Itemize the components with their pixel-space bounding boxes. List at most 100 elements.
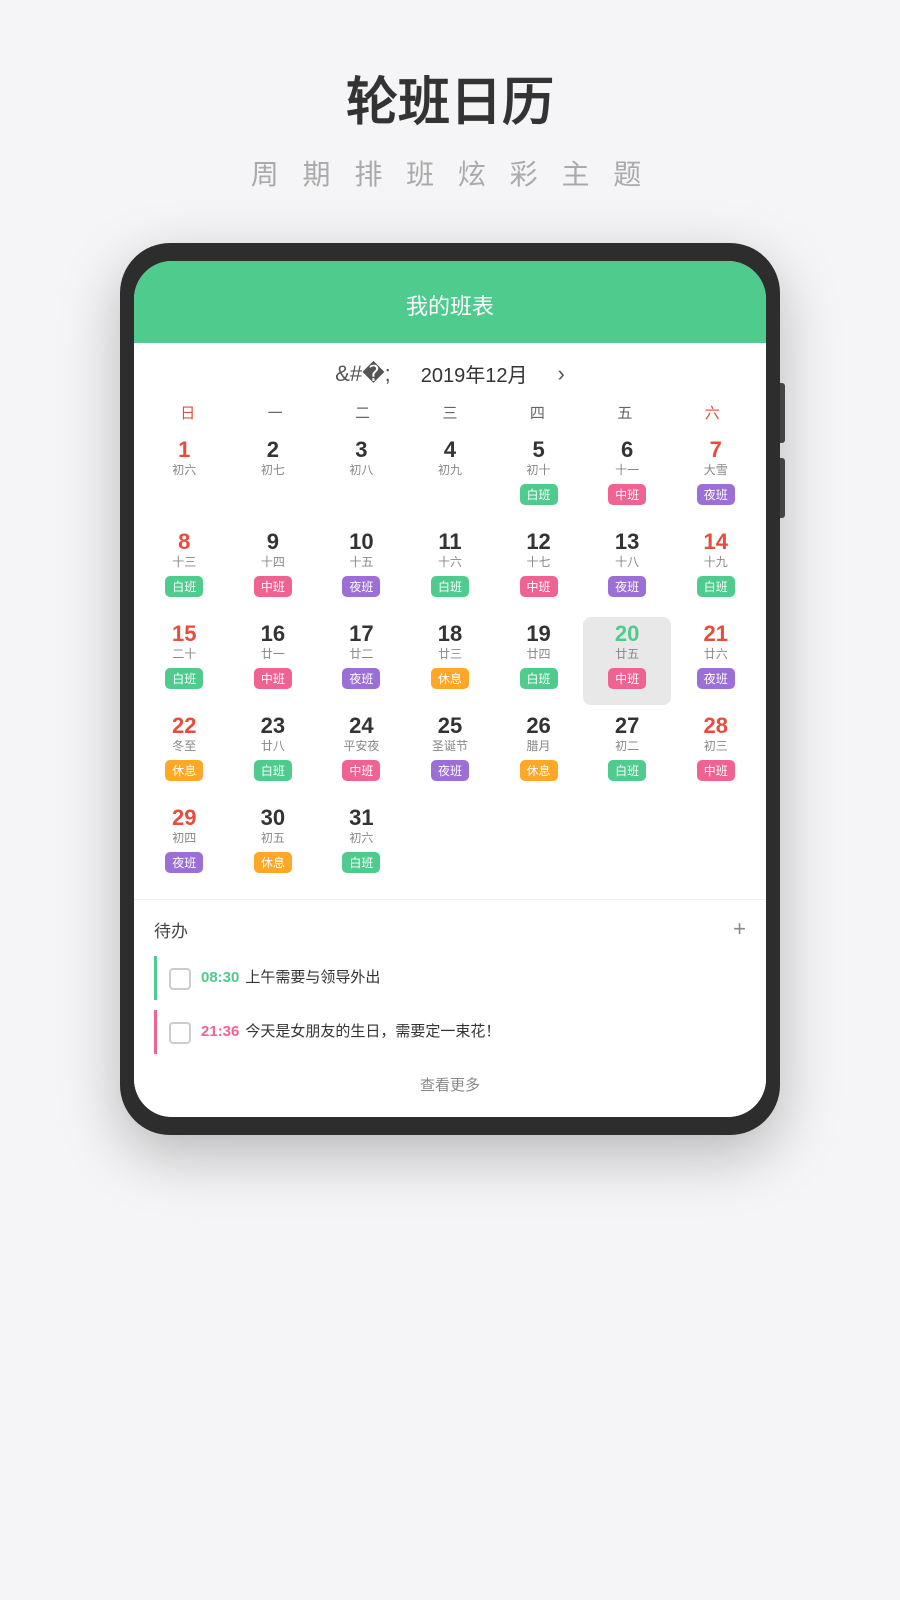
cell-date: 26: [526, 713, 550, 739]
empty-cell: [406, 801, 495, 889]
empty-cell: [494, 801, 583, 889]
cell-date: 11: [438, 529, 461, 555]
cell-lunar: 廿八: [261, 739, 285, 755]
cell-badge: 夜班: [431, 760, 469, 781]
empty-cell: [583, 801, 672, 889]
cell-badge: 休息: [520, 760, 558, 781]
todo-checkbox-1[interactable]: [169, 1022, 191, 1044]
calendar-cell-27[interactable]: 27初二白班: [583, 709, 672, 797]
todo-item-0[interactable]: 08:30上午需要与领导外出: [154, 956, 746, 1000]
cell-date: 20: [615, 621, 639, 647]
calendar-cell-17[interactable]: 17廿二夜班: [317, 617, 406, 705]
side-button-mid: [780, 458, 785, 518]
todo-title: 待办: [154, 917, 188, 942]
calendar-cell-16[interactable]: 16廿一中班: [229, 617, 318, 705]
cell-date: 16: [261, 621, 285, 647]
cell-badge: 夜班: [608, 576, 646, 597]
calendar-cell-7[interactable]: 7大雪夜班: [671, 433, 760, 521]
calendar-cell-10[interactable]: 10十五夜班: [317, 525, 406, 613]
cell-lunar: 十三: [172, 555, 196, 571]
cell-badge: 白班: [520, 668, 558, 689]
cell-badge: 休息: [165, 760, 203, 781]
todo-header: 待办 +: [154, 916, 746, 942]
cell-date: 15: [172, 621, 196, 647]
weekday-日: 日: [144, 398, 231, 427]
calendar-cell-23[interactable]: 23廿八白班: [229, 709, 318, 797]
cell-date: 28: [703, 713, 727, 739]
calendar-cell-12[interactable]: 12十七中班: [494, 525, 583, 613]
next-month-button[interactable]: ›: [558, 361, 565, 387]
calendar-cell-26[interactable]: 26腊月休息: [494, 709, 583, 797]
todo-add-button[interactable]: +: [733, 916, 746, 942]
cell-date: 19: [526, 621, 550, 647]
calendar-cell-21[interactable]: 21廿六夜班: [671, 617, 760, 705]
calendar-cell-6[interactable]: 6十一中班: [583, 433, 672, 521]
calendar-cell-4[interactable]: 4初九: [406, 433, 495, 521]
calendar-cell-25[interactable]: 25圣诞节夜班: [406, 709, 495, 797]
cell-lunar: 廿三: [438, 647, 462, 663]
calendar-cell-28[interactable]: 28初三中班: [671, 709, 760, 797]
calendar-cell-3[interactable]: 3初八: [317, 433, 406, 521]
todo-item-1[interactable]: 21:36今天是女朋友的生日，需要定一束花！: [154, 1010, 746, 1054]
cell-date: 13: [615, 529, 639, 555]
cell-badge: 中班: [697, 760, 735, 781]
cell-badge: 夜班: [697, 668, 735, 689]
cell-lunar: 廿二: [349, 647, 373, 663]
cell-badge: 白班: [608, 760, 646, 781]
cell-date: 7: [710, 437, 722, 463]
calendar-cell-31[interactable]: 31初六白班: [317, 801, 406, 889]
calendar-cell-14[interactable]: 14十九白班: [671, 525, 760, 613]
calendar-cell-29[interactable]: 29初四夜班: [140, 801, 229, 889]
cell-badge: 中班: [608, 668, 646, 689]
cell-date: 29: [172, 805, 196, 831]
cell-badge: 白班: [254, 760, 292, 781]
calendar-cell-18[interactable]: 18廿三休息: [406, 617, 495, 705]
page-subtitle: 周 期 排 班 炫 彩 主 题: [251, 153, 649, 193]
cell-lunar: 初九: [438, 463, 462, 479]
cell-date: 9: [267, 529, 279, 555]
cell-lunar: 十一: [615, 463, 639, 479]
prev-month-button[interactable]: &#�;: [335, 361, 391, 387]
weekday-五: 五: [581, 398, 668, 427]
todo-time-0: 08:30: [201, 969, 239, 986]
cell-lunar: 廿一: [261, 647, 285, 663]
month-label: 2019年12月: [421, 359, 528, 388]
calendar-cell-5[interactable]: 5初十白班: [494, 433, 583, 521]
cell-lunar: 初七: [261, 463, 285, 479]
cell-date: 27: [615, 713, 639, 739]
cell-lunar: 十八: [615, 555, 639, 571]
calendar-cell-15[interactable]: 15二十白班: [140, 617, 229, 705]
cell-lunar: 初十: [527, 463, 551, 479]
cell-date: 4: [444, 437, 456, 463]
calendar-cell-1[interactable]: 1初六: [140, 433, 229, 521]
todo-text-1: 今天是女朋友的生日，需要定一束花！: [245, 1023, 500, 1040]
cell-lunar: 廿四: [527, 647, 551, 663]
cell-badge: 白班: [520, 484, 558, 505]
calendar-cell-11[interactable]: 11十六白班: [406, 525, 495, 613]
todo-checkbox-0[interactable]: [169, 968, 191, 990]
calendar-cell-2[interactable]: 2初七: [229, 433, 318, 521]
calendar-cell-9[interactable]: 9十四中班: [229, 525, 318, 613]
calendar-cell-22[interactable]: 22冬至休息: [140, 709, 229, 797]
cell-badge: 休息: [431, 668, 469, 689]
calendar-cell-19[interactable]: 19廿四白班: [494, 617, 583, 705]
calendar-cell-8[interactable]: 8十三白班: [140, 525, 229, 613]
cell-badge: 白班: [431, 576, 469, 597]
calendar-cell-20[interactable]: 20廿五中班: [583, 617, 672, 705]
cell-date: 18: [438, 621, 462, 647]
month-nav: &#�; 2019年12月 ›: [134, 343, 766, 398]
todo-section: 待办 + 08:30上午需要与领导外出 21:36今天是女朋友的生日，需要定一束花…: [134, 899, 766, 1117]
cell-lunar: 冬至: [172, 739, 196, 755]
cell-badge: 中班: [254, 668, 292, 689]
cell-date: 1: [178, 437, 190, 463]
empty-cell: [671, 801, 760, 889]
cell-date: 23: [261, 713, 285, 739]
todo-more-link[interactable]: 查看更多: [154, 1064, 746, 1101]
calendar-cell-24[interactable]: 24平安夜中班: [317, 709, 406, 797]
calendar-cell-13[interactable]: 13十八夜班: [583, 525, 672, 613]
weekday-三: 三: [406, 398, 493, 427]
weekday-headers: 日一二三四五六: [134, 398, 766, 433]
cell-date: 25: [438, 713, 462, 739]
todo-content-1: 21:36今天是女朋友的生日，需要定一束花！: [201, 1020, 746, 1041]
calendar-cell-30[interactable]: 30初五休息: [229, 801, 318, 889]
